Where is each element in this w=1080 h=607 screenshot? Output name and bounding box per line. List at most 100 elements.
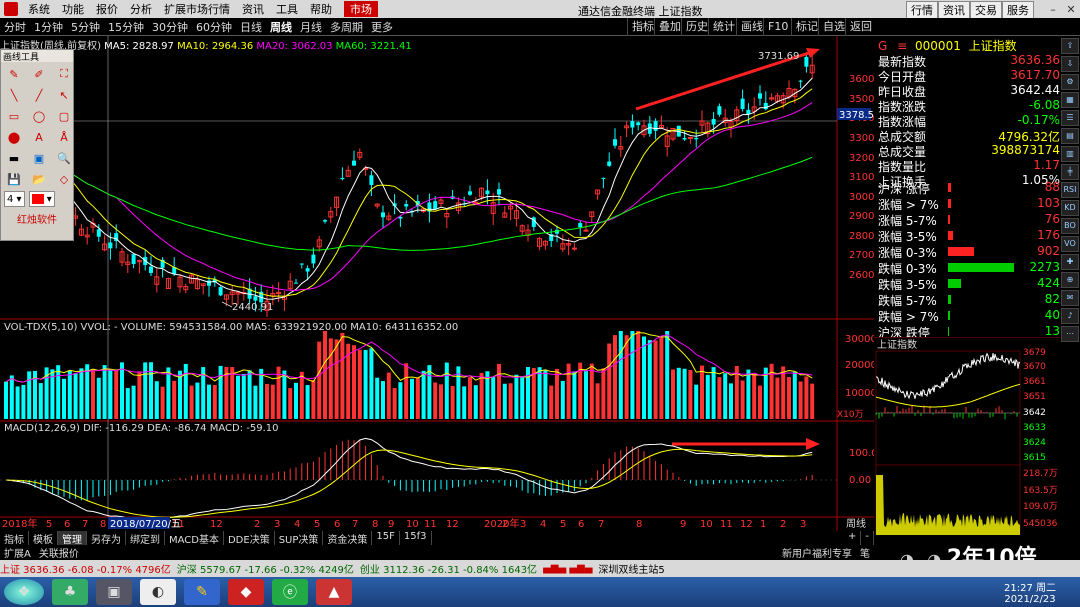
f10-button[interactable]: F10 (763, 18, 792, 36)
brush-icon[interactable]: ✐ (29, 65, 49, 83)
app-icon-5[interactable]: ◆ (228, 579, 264, 605)
volume-bar (311, 379, 316, 419)
cross-icon[interactable]: ✚ (1061, 254, 1079, 270)
period-tab-15min[interactable]: 15分钟 (104, 19, 148, 35)
app-icon-2[interactable]: ▣ (96, 579, 132, 605)
menu-quote[interactable]: 报价 (90, 1, 124, 17)
ellipse-icon[interactable]: ◯ (29, 107, 49, 125)
tab-save-as[interactable]: 另存为 (87, 531, 126, 546)
filled-rect-icon[interactable]: ▬ (4, 149, 24, 167)
open-folder-icon[interactable]: 📂 (29, 170, 49, 188)
text-icon[interactable]: A (29, 128, 49, 146)
service-button[interactable]: 服务 (1002, 1, 1034, 19)
market-button[interactable]: 市场 (344, 1, 378, 17)
tab-macd[interactable]: MACD基本 (165, 531, 224, 546)
breadth-row: 跌幅 5-7% 82 (878, 292, 1060, 308)
zoom-icon[interactable]: 🔍 (54, 149, 74, 167)
start-icon[interactable]: ❖ (4, 579, 44, 605)
vol-icon[interactable]: VO (1061, 236, 1079, 252)
period-tab-more[interactable]: 更多 (367, 19, 397, 35)
image-icon[interactable]: ▣ (29, 149, 49, 167)
back-button[interactable]: 返回 (845, 18, 876, 36)
tab-15f3[interactable]: 15f3 (400, 531, 432, 545)
tab-sup[interactable]: SUP决策 (275, 531, 324, 546)
tab-related-quote[interactable]: 关联报价 (35, 545, 83, 560)
menu-news[interactable]: 资讯 (236, 1, 270, 17)
tab-template[interactable]: 模板 (29, 531, 58, 546)
period-tab-daily[interactable]: 日线 (236, 19, 266, 35)
quote-button[interactable]: 行情 (906, 1, 938, 19)
chat-icon[interactable]: ✉ (1061, 290, 1079, 306)
period-tab-30min[interactable]: 30分钟 (148, 19, 192, 35)
color-select[interactable]: ▾ (28, 191, 55, 207)
tab-manage[interactable]: 管理 (58, 531, 87, 546)
server-station[interactable]: 深圳双线主站5 (598, 561, 664, 576)
app-icon-7[interactable]: ▲ (316, 579, 352, 605)
svg-text:2900: 2900 (849, 211, 874, 222)
rsi-icon[interactable]: RSI (1061, 182, 1079, 198)
kdj-icon[interactable]: KD (1061, 200, 1079, 216)
filled-ellipse-icon[interactable]: ⬤ (4, 128, 24, 146)
text-outline-icon[interactable]: Å (54, 128, 74, 146)
down-arrow-icon[interactable]: ⇩ (1061, 56, 1079, 72)
more-icon[interactable]: ⋯ (1061, 326, 1079, 342)
time-axis-label: 4 (294, 519, 300, 530)
period-tab-5min[interactable]: 5分钟 (67, 19, 104, 35)
bars-icon[interactable]: ▥ (1061, 146, 1079, 162)
arrow-line-icon[interactable]: ↖ (54, 86, 74, 104)
close-icon[interactable]: ✕ (1062, 0, 1080, 18)
minus-button[interactable]: - (861, 531, 874, 545)
news-button[interactable]: 资讯 (938, 1, 970, 19)
line-width-select[interactable]: 4 ▾ (4, 191, 25, 207)
breadth-row: 涨幅 3-5% 176 (878, 228, 1060, 244)
list-icon[interactable]: ☰ (1061, 110, 1079, 126)
tab-ext-a[interactable]: 扩展A (0, 545, 35, 560)
save-icon[interactable]: 💾 (4, 170, 24, 188)
grid-icon[interactable]: ▤ (1061, 128, 1079, 144)
kline-chart[interactable]: 3731.69 2440.91 3600 3500 3400 3300 3200… (0, 36, 874, 531)
menu-analysis[interactable]: 分析 (124, 1, 158, 17)
app-icon-4[interactable]: ✎ (184, 579, 220, 605)
period-tab-multi[interactable]: 多周期 (326, 19, 367, 35)
kline-icon[interactable]: ╪ (1061, 164, 1079, 180)
tab-bind[interactable]: 绑定到 (126, 531, 165, 546)
tab-fund[interactable]: 资金决策 (323, 531, 373, 546)
trade-button[interactable]: 交易 (970, 1, 1002, 19)
period-tab-1min[interactable]: 1分钟 (30, 19, 67, 35)
menu-ext-market[interactable]: 扩展市场行情 (158, 1, 236, 17)
tab-15f[interactable]: 15F (372, 531, 400, 545)
plus-button[interactable]: + (844, 531, 862, 545)
round-rect-icon[interactable]: ▢ (54, 107, 74, 125)
eraser-icon[interactable]: ✎ (4, 65, 24, 83)
boll-icon[interactable]: BO (1061, 218, 1079, 234)
minimize-icon[interactable]: – (1044, 0, 1062, 18)
tab-dde[interactable]: DDE决策 (224, 531, 275, 546)
period-tab-weekly[interactable]: 周线 (266, 19, 296, 35)
new-user-notice[interactable]: 新用户福利专享 (778, 545, 856, 560)
diamond-icon[interactable]: ◇ (54, 170, 74, 188)
up-arrow-icon[interactable]: ⇧ (1061, 38, 1079, 54)
line-icon[interactable]: ╱ (29, 86, 49, 104)
app-icon-1[interactable]: ♣ (52, 579, 88, 605)
zoom-in-icon[interactable]: ⊕ (1061, 272, 1079, 288)
candle-body (607, 161, 612, 166)
rect-icon[interactable]: ▭ (4, 107, 24, 125)
menu-function[interactable]: 功能 (56, 1, 90, 17)
time-axis-label: 6 (64, 519, 70, 530)
app-icon-3[interactable]: ◐ (140, 579, 176, 605)
menu-system[interactable]: 系统 (22, 1, 56, 17)
fill-icon[interactable]: ⛶ (54, 65, 74, 83)
menu-tools[interactable]: 工具 (270, 1, 304, 17)
tab-indicator[interactable]: 指标 (0, 531, 29, 546)
period-tab-intraday[interactable]: 分时 (0, 19, 30, 35)
menu-help[interactable]: 帮助 (304, 1, 338, 17)
stats-button[interactable]: 统计 (708, 18, 739, 36)
period-tab-60min[interactable]: 60分钟 (192, 19, 236, 35)
period-tab-monthly[interactable]: 月线 (296, 19, 326, 35)
speaker-icon[interactable]: ♪ (1061, 308, 1079, 324)
intraday-mini-chart[interactable]: 上证指数 3679 3670 3661 3651 3642 3633 3624 3615 218… (874, 337, 1060, 537)
chart-icon[interactable]: ▦ (1061, 92, 1079, 108)
pen-icon[interactable]: ╲ (4, 86, 24, 104)
app-icon-6[interactable]: ⓔ (272, 579, 308, 605)
toolbox-icon[interactable]: ⚙ (1061, 74, 1079, 90)
